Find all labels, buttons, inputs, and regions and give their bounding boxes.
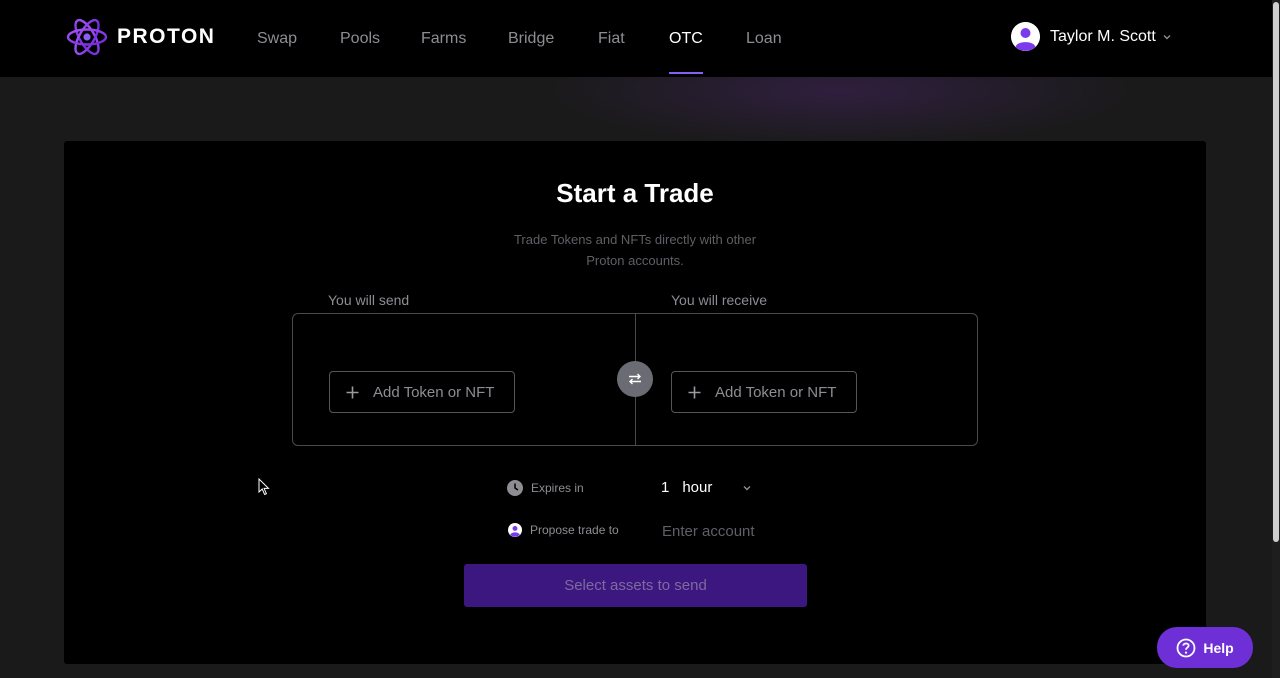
active-tab-indicator [669,72,703,74]
mouse-cursor-icon [258,478,270,496]
propose-label: Propose trade to [530,523,619,537]
user-menu[interactable]: Taylor M. Scott [1011,22,1172,51]
account-input[interactable] [662,520,842,542]
nav-item-swap[interactable]: Swap [257,30,297,77]
nav-item-farms[interactable]: Farms [421,30,466,77]
chevron-down-icon [1163,34,1171,39]
help-label: Help [1203,639,1234,656]
add-send-asset-label: Add Token or NFT [373,383,495,401]
expires-select[interactable]: 1 hour [661,479,752,496]
top-nav-bar: PROTON Swap Pools Farms Bridge Fiat OTC … [0,0,1272,77]
expires-row-label: Expires in [507,480,584,496]
brand-name: PROTON [117,25,216,48]
swap-direction-button[interactable] [617,361,653,397]
clock-icon [507,480,523,496]
user-name: Taylor M. Scott [1050,27,1156,45]
select-assets-button[interactable]: Select assets to send [464,564,807,607]
help-button[interactable]: Help [1157,627,1253,668]
nav-item-otc-label: OTC [669,30,703,47]
plus-icon [688,386,701,398]
add-send-asset-button[interactable]: Add Token or NFT [329,371,515,413]
plus-icon [346,386,359,398]
page-scrollbar-thumb[interactable] [1273,2,1279,542]
propose-row-label: Propose trade to [508,523,619,537]
nav-item-loan[interactable]: Loan [746,30,782,77]
expires-label: Expires in [531,481,584,495]
proton-logo[interactable]: PROTON [66,15,215,59]
swap-arrows-icon [629,373,641,385]
user-avatar-icon [1011,22,1040,51]
proton-atom-icon [66,18,108,56]
page-subtitle: Trade Tokens and NFTs directly with othe… [485,229,785,271]
user-icon [508,523,522,537]
add-receive-asset-label: Add Token or NFT [715,383,837,401]
nav-item-otc[interactable]: OTC [669,30,703,77]
chevron-down-icon [743,485,751,490]
expires-value: 1 [661,479,670,496]
add-receive-asset-button[interactable]: Add Token or NFT [671,371,857,413]
nav-item-bridge[interactable]: Bridge [508,30,554,77]
question-icon [1176,638,1196,657]
nav-item-pools[interactable]: Pools [340,30,380,77]
subtitle-line-2: Proton accounts. [586,253,684,268]
page-title: Start a Trade [556,178,714,208]
expires-unit: hour [682,479,713,496]
nav-item-fiat[interactable]: Fiat [598,30,625,77]
send-label: You will send [328,292,410,308]
background-glow [540,77,1140,147]
subtitle-line-1: Trade Tokens and NFTs directly with othe… [513,232,757,247]
receive-label: You will receive [671,292,767,308]
